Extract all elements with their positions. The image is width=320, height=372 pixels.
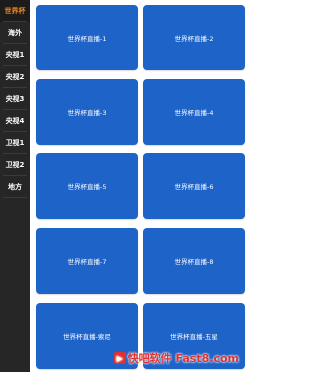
watermark: ▶ 快吧软件 Fast8.com [113,350,239,366]
channel-tile-4[interactable]: 世界杯直播-4 [143,79,245,145]
sidebar-item-cctv1[interactable]: 央视1 [0,44,30,66]
watermark-text: 快吧软件 Fast8.com [127,352,239,365]
channel-tile-6[interactable]: 世界杯直播-6 [143,153,245,219]
sidebar-item-local[interactable]: 地方 [0,176,30,198]
sidebar-item-worldcup[interactable]: 世界杯 [0,0,30,22]
app-root: 世界杯 海外 央视1 央视2 央视3 央视4 卫视1 卫视2 地方 世界杯直播-… [0,0,245,372]
channel-tile-8[interactable]: 世界杯直播-8 [143,228,245,294]
channel-tile-1[interactable]: 世界杯直播-1 [36,5,138,70]
logo-icon: ▶ [113,352,126,364]
channel-grid: 世界杯直播-1 世界杯直播-2 世界杯直播-3 世界杯直播-4 世界杯直播-5 … [34,0,245,372]
sidebar-item-satellite1[interactable]: 卫视1 [0,132,30,154]
channel-tile-2[interactable]: 世界杯直播-2 [143,5,245,70]
channel-tile-5[interactable]: 世界杯直播-5 [36,153,138,219]
sidebar-item-overseas[interactable]: 海外 [0,22,30,44]
channel-tile-3[interactable]: 世界杯直播-3 [36,79,138,145]
sidebar-item-cctv3[interactable]: 央视3 [0,88,30,110]
category-sidebar: 世界杯 海外 央视1 央视2 央视3 央视4 卫视1 卫视2 地方 [0,0,30,372]
sidebar-item-cctv4[interactable]: 央视4 [0,110,30,132]
sidebar-item-cctv2[interactable]: 央视2 [0,66,30,88]
channel-tile-7[interactable]: 世界杯直播-7 [36,228,138,294]
sidebar-item-satellite2[interactable]: 卫视2 [0,154,30,176]
